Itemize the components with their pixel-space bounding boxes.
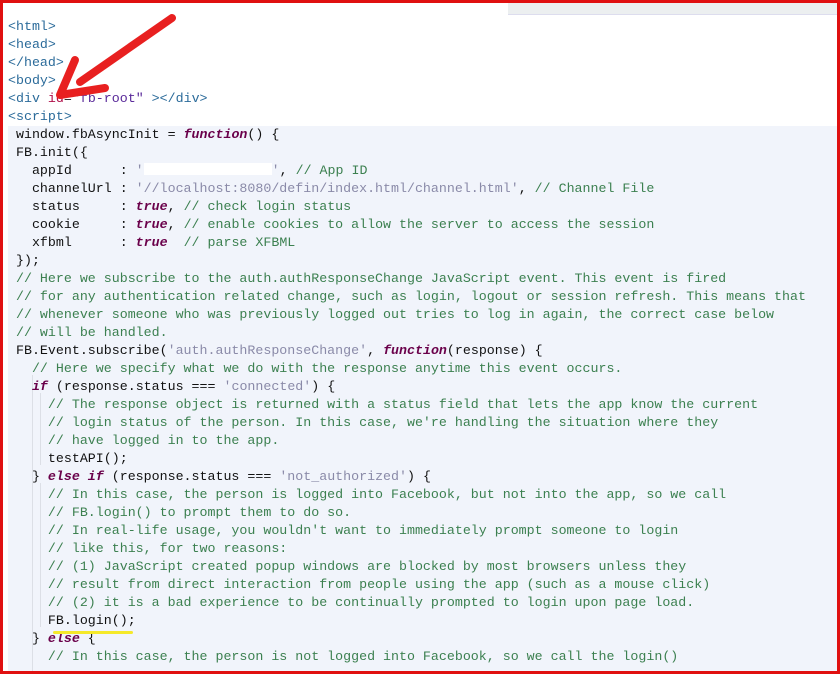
code-line: // In this case, the person is logged in…: [8, 486, 806, 504]
code-token: ,: [279, 163, 296, 178]
code-token: // login status of the person. In this c…: [8, 415, 719, 430]
code-line: // FB.login() to prompt them to do so.: [8, 504, 806, 522]
code-line: // Here we specify what we do with the r…: [8, 360, 806, 378]
code-token: // (1) JavaScript created popup windows …: [8, 559, 687, 574]
code-line: cookie : true, // enable cookies to allo…: [8, 216, 806, 234]
editor-tab-bar: [508, 3, 837, 15]
code-token: 'auth.authResponseChange': [167, 343, 368, 358]
code-line: FB.Event.subscribe('auth.authResponseCha…: [8, 342, 806, 360]
code-line: window.fbAsyncInit = function() {: [8, 126, 806, 144]
code-line: // for any authentication related change…: [8, 288, 806, 306]
code-token: // In this case, the person is logged in…: [8, 487, 727, 502]
code-line: // The response object is returned with …: [8, 396, 806, 414]
code-line: // result from direct interaction from p…: [8, 576, 806, 594]
code-line: <script>: [8, 108, 806, 126]
code-token: appId :: [8, 163, 136, 178]
code-line: status : true, // check login status: [8, 198, 806, 216]
code-line: channelUrl : '//localhost:8080/defin/ind…: [8, 180, 806, 198]
code-token: // have logged in to the app.: [8, 433, 280, 448]
code-token: function: [383, 343, 447, 358]
code-token: if: [31, 379, 48, 394]
code-token: (response.status ===: [47, 379, 224, 394]
red-arrow-annotation: [56, 14, 176, 99]
code-line: FB.init({: [8, 144, 806, 162]
code-token: // parse XFBML: [183, 235, 296, 250]
code-line: });: [8, 252, 806, 270]
code-line: // Here we subscribe to the auth.authRes…: [8, 270, 806, 288]
code-token: });: [8, 253, 40, 268]
code-token: FB.login();: [8, 613, 136, 628]
code-token: // check login status: [183, 199, 352, 214]
code-line: // In real-life usage, you wouldn't want…: [8, 522, 806, 540]
code-token: channelUrl :: [8, 181, 136, 196]
redacted-app-id: [143, 163, 272, 175]
code-token: FB.init({: [8, 145, 88, 160]
code-line: // like this, for two reasons:: [8, 540, 806, 558]
code-token: ,: [518, 181, 535, 196]
code-line: } else if (response.status === 'not_auth…: [8, 468, 806, 486]
code-token: // FB.login() to prompt them to do so.: [8, 505, 352, 520]
code-token: testAPI();: [8, 451, 128, 466]
code-token: // result from direct interaction from p…: [8, 577, 711, 592]
code-line: if (response.status === 'connected') {: [8, 378, 806, 396]
code-editor[interactable]: <html> <head> </head> <body> <div id="fb-roo…: [8, 18, 806, 666]
code-line: // will be handled.: [8, 324, 806, 342]
code-line: // (2) it is a bad experience to be cont…: [8, 594, 806, 612]
code-token: ': [135, 163, 144, 178]
code-token: // The response object is returned with …: [8, 397, 759, 412]
code-token: ,: [167, 217, 184, 232]
code-line: // login status of the person. In this c…: [8, 414, 806, 432]
code-token: // In real-life usage, you wouldn't want…: [8, 523, 679, 538]
code-token: FB.Event.subscribe(: [8, 343, 168, 358]
code-token: // enable cookies to allow the server to…: [183, 217, 655, 232]
code-line: // have logged in to the app.: [8, 432, 806, 450]
yellow-underline-annotation: [53, 631, 133, 634]
code-token: ,: [367, 343, 384, 358]
code-token: ,: [167, 199, 184, 214]
code-token: '//localhost:8080/defin/index.html/chann…: [135, 181, 519, 196]
code-token: ) {: [407, 469, 431, 484]
code-line: appId : ' ', // App ID: [8, 162, 806, 180]
code-token: // In this case, the person is not logge…: [8, 649, 679, 664]
code-line: // whenever someone who was previously l…: [8, 306, 806, 324]
code-token: // Channel File: [534, 181, 655, 196]
code-token: 'connected': [223, 379, 312, 394]
code-token: true: [135, 217, 168, 232]
code-token: // Here we specify what we do with the r…: [8, 361, 623, 376]
code-token: ': [271, 163, 280, 178]
code-token: 'not_authorized': [279, 469, 407, 484]
code-token: // (2) it is a bad experience to be cont…: [8, 595, 695, 610]
code-token: status :: [8, 199, 136, 214]
code-token: }: [8, 469, 48, 484]
code-token: cookie :: [8, 217, 136, 232]
code-token: window.fbAsyncInit =: [8, 127, 184, 142]
code-token: // Here we subscribe to the auth.authRes…: [8, 271, 727, 286]
code-token: // like this, for two reasons:: [8, 541, 288, 556]
code-token: ) {: [311, 379, 336, 394]
code-token: else if: [47, 469, 104, 484]
code-token: true: [135, 235, 168, 250]
code-token: true: [135, 199, 168, 214]
code-token: // for any authentication related change…: [8, 289, 806, 304]
code-token: // App ID: [295, 163, 368, 178]
code-token: // whenever someone who was previously l…: [8, 307, 775, 322]
code-line: FB.login();: [8, 612, 806, 630]
code-token: function: [183, 127, 248, 142]
code-token: <script>: [8, 109, 72, 124]
code-token: (response) {: [446, 343, 543, 358]
code-token: (response.status ===: [103, 469, 280, 484]
code-line: // (1) JavaScript created popup windows …: [8, 558, 806, 576]
code-line: // In this case, the person is not logge…: [8, 648, 806, 666]
code-token: }: [8, 631, 48, 646]
code-line: xfbml : true // parse XFBML: [8, 234, 806, 252]
code-line: testAPI();: [8, 450, 806, 468]
code-token: // will be handled.: [8, 325, 168, 340]
code-token: () {: [247, 127, 280, 142]
code-token: xfbml :: [8, 235, 136, 250]
